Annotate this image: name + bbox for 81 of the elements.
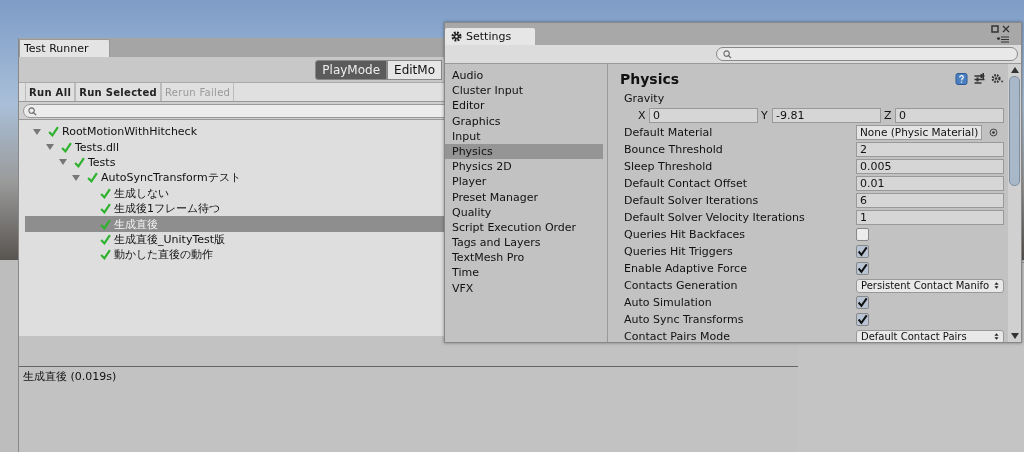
- input-field[interactable]: 0: [649, 108, 758, 123]
- axis-label: Y: [761, 109, 769, 122]
- help-icon[interactable]: [955, 73, 968, 85]
- field-label: Bounce Threshold: [624, 143, 723, 156]
- field-label: Default Solver Iterations: [624, 194, 759, 207]
- test-name: 生成直後: [114, 216, 158, 232]
- sidebar-item[interactable]: Tags and Layers: [445, 235, 607, 251]
- sidebar-item[interactable]: Physics 2D: [445, 159, 607, 175]
- foldout-arrow-icon[interactable]: [59, 158, 67, 167]
- mode-tab[interactable]: PlayMode: [315, 59, 388, 80]
- toolbar-button[interactable]: Run All: [25, 83, 76, 101]
- sidebar-item[interactable]: Graphics: [445, 113, 607, 129]
- scroll-down-icon[interactable]: [1010, 333, 1019, 339]
- input-field[interactable]: 0.01: [856, 176, 1004, 191]
- maximize-icon[interactable]: [991, 25, 999, 33]
- foldout-arrow-icon[interactable]: [46, 143, 54, 152]
- checkbox[interactable]: [856, 296, 869, 309]
- input-field[interactable]: -9.81: [772, 108, 881, 123]
- up-down-arrows-icon: [994, 281, 999, 290]
- sidebar-item[interactable]: Audio: [445, 68, 607, 84]
- foldout-arrow-icon[interactable]: [33, 127, 41, 136]
- test-name: AutoSyncTransformテスト: [101, 170, 241, 186]
- gear-icon: [451, 31, 462, 42]
- axis-label: Z: [884, 109, 892, 122]
- test-name: Tests: [88, 155, 116, 169]
- checkbox[interactable]: [856, 313, 869, 326]
- field-label: Auto Sync Transforms: [624, 313, 744, 326]
- sidebar-item[interactable]: TextMesh Pro: [445, 250, 607, 266]
- checkbox[interactable]: [856, 245, 869, 258]
- input-field[interactable]: 1: [856, 210, 1004, 225]
- close-icon[interactable]: [1002, 25, 1010, 33]
- checkbox[interactable]: [856, 262, 869, 275]
- field-label: Contacts Generation: [624, 279, 738, 292]
- toolbar-button[interactable]: Run Selected: [75, 83, 161, 101]
- field-label: Sleep Threshold: [624, 160, 713, 173]
- sidebar-item[interactable]: Preset Manager: [445, 189, 607, 205]
- menu-icon[interactable]: [997, 36, 1009, 43]
- foldout-arrow-icon[interactable]: [72, 173, 80, 182]
- sidebar-item[interactable]: VFX: [445, 280, 607, 296]
- field-label: Default Material: [624, 126, 713, 139]
- dropdown[interactable]: Persistent Contact Manifo: [856, 278, 1004, 293]
- input-field[interactable]: 2: [856, 142, 1004, 157]
- field-label: Gravity: [624, 92, 665, 105]
- sidebar-item[interactable]: Player: [445, 174, 607, 190]
- field-label: Enable Adaptive Force: [624, 262, 747, 275]
- sliders-icon[interactable]: [973, 73, 986, 85]
- test-name: 生成直後_UnityTest版: [114, 231, 226, 247]
- input-field[interactable]: 6: [856, 193, 1004, 208]
- axis-label: X: [638, 109, 646, 122]
- input-field[interactable]: 0: [895, 108, 1004, 123]
- test-name: 生成しない: [114, 185, 169, 201]
- object-picker-icon[interactable]: [989, 128, 998, 137]
- window-tab[interactable]: Settings: [445, 28, 536, 45]
- sidebar-item[interactable]: Editor: [445, 98, 607, 114]
- section-title: Physics: [620, 71, 680, 87]
- search-icon: [723, 49, 732, 59]
- sidebar-item[interactable]: Physics: [445, 143, 603, 160]
- test-name: 生成後1フレーム待つ: [114, 201, 220, 217]
- settings-icon[interactable]: [991, 73, 1004, 85]
- search-icon: [28, 106, 37, 116]
- field-label: Queries Hit Triggers: [624, 245, 733, 258]
- sidebar-item[interactable]: Time: [445, 265, 607, 281]
- test-name: Tests.dll: [75, 140, 119, 154]
- object-field[interactable]: None (Physic Material): [856, 125, 982, 140]
- mode-tab[interactable]: EditMo: [387, 59, 442, 80]
- sidebar-item[interactable]: Input: [445, 128, 607, 144]
- scroll-up-icon[interactable]: [1010, 67, 1019, 73]
- dropdown[interactable]: Default Contact Pairs: [856, 329, 1004, 342]
- scrollbar[interactable]: [1008, 64, 1021, 342]
- input-field[interactable]: 0.005: [856, 159, 1004, 174]
- window-tab[interactable]: Test Runner: [19, 39, 110, 57]
- field-label: Default Contact Offset: [624, 177, 748, 190]
- up-down-arrows-icon: [994, 332, 999, 341]
- sidebar-item[interactable]: Cluster Input: [445, 83, 607, 99]
- checkbox[interactable]: [856, 228, 869, 241]
- field-label: Contact Pairs Mode: [624, 330, 730, 342]
- search-field[interactable]: [716, 47, 1018, 61]
- test-name: RootMotionWithHitcheck: [62, 125, 198, 139]
- field-label: Auto Simulation: [624, 296, 712, 309]
- test-name: 動かした直後の動作: [114, 247, 213, 263]
- test-result-text: 生成直後 (0.019s): [23, 370, 117, 383]
